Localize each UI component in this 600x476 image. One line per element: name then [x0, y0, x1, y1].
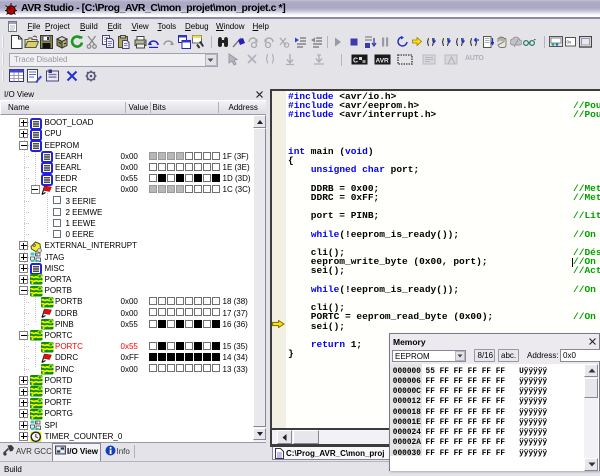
svg-text:C: C — [353, 58, 358, 65]
svg-text:0x: 0x — [566, 40, 572, 45]
svg-text:AVR: AVR — [376, 58, 390, 65]
